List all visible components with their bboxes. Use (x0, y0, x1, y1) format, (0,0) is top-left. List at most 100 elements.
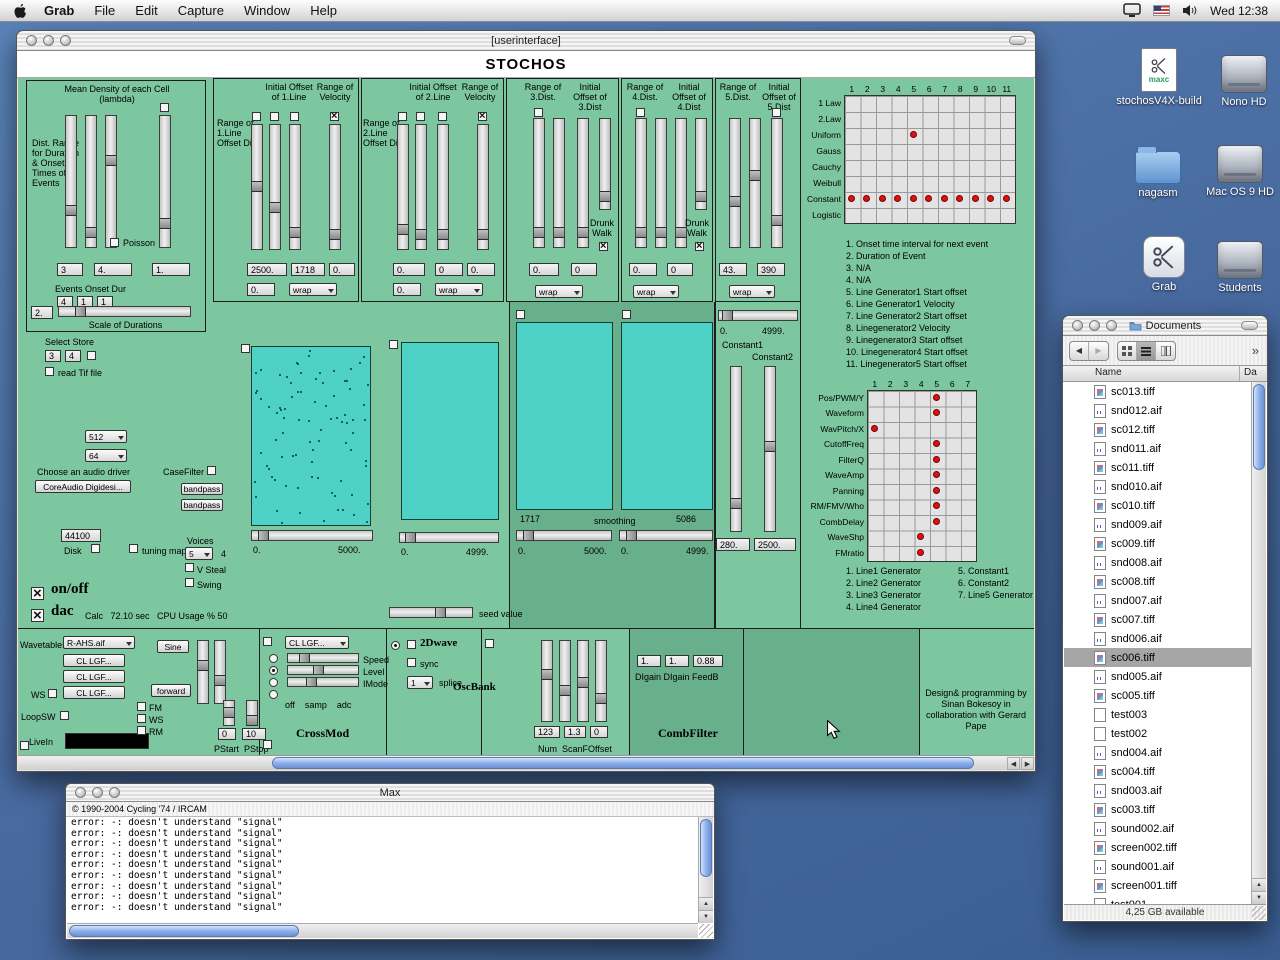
pstop-slider[interactable] (246, 700, 258, 727)
dist4-slider-2[interactable] (655, 118, 667, 248)
menu-help[interactable]: Help (300, 0, 347, 22)
constant2-slider[interactable] (764, 366, 776, 532)
file-row[interactable]: snd007.aif (1064, 591, 1251, 610)
menu-window[interactable]: Window (234, 0, 300, 22)
pstart-slider[interactable] (223, 700, 235, 726)
desktop-icon-nagasm[interactable]: nagasm (1120, 142, 1196, 199)
resize-grip[interactable] (699, 924, 713, 938)
voices-menu[interactable]: 5 (185, 547, 213, 560)
dist5-slider-2[interactable] (749, 118, 761, 248)
line2-cb-4[interactable] (478, 110, 487, 122)
console-vscrollbar[interactable]: ▲ ▼ (698, 817, 713, 923)
crossmod-radio-3[interactable] (269, 678, 278, 687)
display3-slider[interactable] (516, 530, 612, 541)
bandpass-button-2[interactable]: bandpass (181, 499, 223, 511)
casefilter-checkbox[interactable] (207, 466, 216, 475)
file-row[interactable]: sc006.tiff (1064, 648, 1251, 667)
scroll-left-arrow[interactable]: ◀ (1007, 757, 1020, 770)
ws2-checkbox[interactable] (137, 714, 146, 723)
store-checkbox[interactable] (87, 351, 96, 360)
num-value[interactable]: 123 (534, 726, 560, 738)
column-header-name[interactable]: Name (1063, 366, 1240, 381)
display-3[interactable] (516, 322, 613, 510)
parameter-grid-dot[interactable] (932, 455, 940, 463)
parameter-grid-dot[interactable] (932, 393, 940, 401)
oscbank-slider-1[interactable] (541, 640, 553, 722)
wave-slider-1[interactable] (197, 640, 209, 704)
scale-slider[interactable] (58, 306, 191, 317)
cl-lgf-button-2[interactable]: CL LGF... (63, 670, 125, 683)
oscbank-slider-2[interactable] (559, 640, 571, 722)
line2-cb-1[interactable] (398, 112, 407, 121)
dist4-cb[interactable] (636, 108, 645, 117)
dist3-slider-4[interactable] (599, 118, 611, 210)
wave-slider-2[interactable] (214, 640, 226, 704)
line1-num-3[interactable]: 0. (329, 263, 355, 276)
scroll-right-arrow[interactable]: ▶ (1021, 757, 1034, 770)
crossmod-radio-4[interactable] (269, 690, 278, 699)
density-num-3[interactable]: 1. (152, 263, 190, 276)
line2-num-1[interactable]: 0. (393, 263, 425, 276)
twodwave-checkbox[interactable] (407, 640, 416, 649)
crossmod-radio-1[interactable] (269, 654, 278, 663)
bandpass-button-1[interactable]: bandpass (181, 483, 223, 495)
scroll-up-arrow[interactable]: ▲ (1252, 878, 1266, 891)
density-slider-2[interactable] (85, 115, 97, 248)
line2-slider-1[interactable] (397, 124, 409, 250)
display2-slider[interactable] (399, 532, 499, 543)
dist4-slider-4[interactable] (695, 118, 707, 210)
menu-file[interactable]: File (84, 0, 125, 22)
onoff-checkbox[interactable] (31, 585, 44, 602)
parameter-grid-dot[interactable] (932, 409, 940, 417)
file-row[interactable]: sc003.tiff (1064, 800, 1251, 819)
line1-cb-1[interactable] (252, 112, 261, 121)
dist5-cb[interactable] (772, 108, 781, 117)
line1-num-1[interactable]: 2500. (247, 263, 287, 276)
parameter-grid-dot[interactable] (932, 471, 940, 479)
finder-vscroll-thumb[interactable] (1253, 384, 1265, 470)
list-view-button[interactable] (1137, 341, 1156, 360)
file-row[interactable]: snd006.aif (1064, 629, 1251, 648)
file-row[interactable]: sc012.tiff (1064, 420, 1251, 439)
line2-cb-3[interactable] (438, 112, 447, 121)
dist5-slider-1[interactable] (729, 118, 741, 248)
menu-capture[interactable]: Capture (168, 0, 234, 22)
size-menu-1[interactable]: 512 (85, 430, 127, 443)
dist4-wrap-menu[interactable]: wrap (633, 285, 679, 298)
parameter-grid-dot[interactable] (917, 548, 925, 556)
splice-menu[interactable]: 1 (407, 676, 433, 689)
file-row[interactable]: test002 (1064, 724, 1251, 743)
stochos-titlebar[interactable]: [userinterface] (17, 31, 1035, 51)
hscroll-thumb[interactable] (272, 757, 974, 769)
feedb-num[interactable]: 0.88 (693, 655, 723, 667)
file-row[interactable]: sc007.tiff (1064, 610, 1251, 629)
cl-lgf-button-3[interactable]: CL LGF... (63, 686, 125, 699)
line2-wrap-menu[interactable]: wrap (435, 283, 483, 296)
crossmod-checkbox-2[interactable] (263, 740, 272, 749)
file-row[interactable]: sc013.tiff (1064, 382, 1251, 401)
line1-cb-3[interactable] (290, 112, 299, 121)
digain1-num[interactable]: 1. (637, 655, 661, 667)
distribution-grid-dot[interactable] (847, 195, 855, 202)
select-num[interactable]: 3 (45, 350, 61, 362)
density-slider-3[interactable] (105, 115, 117, 248)
menu-app[interactable]: Grab (34, 0, 84, 22)
file-row[interactable]: sound001.aif (1064, 857, 1251, 876)
density-num-2[interactable]: 4. (94, 263, 132, 276)
desktop-icon-students[interactable]: Students (1202, 236, 1278, 294)
file-row[interactable]: sc008.tiff (1064, 572, 1251, 591)
distribution-grid-dot[interactable] (971, 195, 979, 202)
constants-top-slider[interactable] (718, 310, 798, 321)
toolbar-pill-button[interactable] (1241, 321, 1258, 330)
displays-menu-icon[interactable] (1123, 3, 1141, 18)
ws-checkbox[interactable] (48, 689, 57, 698)
line2-slider-2[interactable] (415, 124, 427, 250)
file-row[interactable]: sound002.aif (1064, 819, 1251, 838)
offset-value[interactable]: 0 (590, 726, 608, 738)
seed-slider[interactable] (389, 607, 473, 618)
file-row[interactable]: sc005.tiff (1064, 686, 1251, 705)
toolbar-overflow-chevron[interactable]: » (1252, 343, 1261, 358)
line2-num-2[interactable]: 0 (435, 263, 463, 276)
crossmod-checkbox-1[interactable] (263, 637, 272, 646)
sync-checkbox[interactable] (407, 658, 416, 667)
